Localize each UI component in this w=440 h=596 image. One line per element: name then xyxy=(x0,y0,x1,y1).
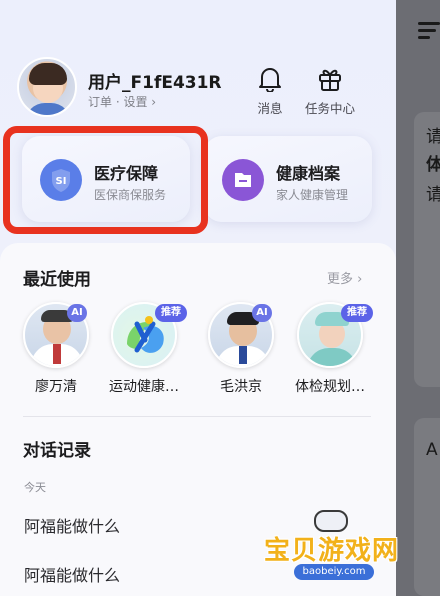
health-records-card[interactable]: 健康档案 家人健康管理 xyxy=(204,136,372,222)
recent-item-label: 体检规划… xyxy=(295,379,365,395)
history-section-title: 对话记录 xyxy=(23,441,91,461)
notifications-button[interactable]: 消息 xyxy=(240,66,300,117)
background-page: 请 体 请 A xyxy=(396,0,440,596)
folder-icon xyxy=(222,159,264,201)
ai-badge: AI xyxy=(252,304,272,322)
service-title: 健康档案 xyxy=(276,164,341,183)
service-subtitle: 家人健康管理 xyxy=(276,188,349,202)
watermark-text: 宝贝游戏网 xyxy=(264,536,400,566)
order-settings-link[interactable]: 订单 · 设置 › xyxy=(88,93,156,110)
recent-item-label: 运动健康… xyxy=(109,379,179,395)
recommend-badge: 推荐 xyxy=(155,304,187,322)
task-center-label: 任务中心 xyxy=(304,101,355,116)
app-screen: 请 体 请 A 用户_F1fE431R 订单 · 设置 › 消息 任务中心 SI… xyxy=(0,0,440,596)
ai-badge: AI xyxy=(67,304,87,322)
watermark: 宝贝游戏网 baobeiy.com xyxy=(264,510,414,590)
highlight-box xyxy=(3,126,208,234)
background-text: 体 xyxy=(426,155,440,175)
history-group-label: 今天 xyxy=(24,481,46,494)
background-text: A xyxy=(426,440,438,460)
gift-icon xyxy=(319,69,341,91)
username[interactable]: 用户_F1fE431R xyxy=(88,68,222,93)
recent-section-title: 最近使用 xyxy=(23,270,91,290)
history-item[interactable]: 阿福能做什么 xyxy=(24,562,120,586)
history-item[interactable]: 阿福能做什么 xyxy=(24,513,120,537)
background-text: 请 xyxy=(426,185,440,205)
gamepad-icon xyxy=(314,510,348,532)
notifications-label: 消息 xyxy=(257,101,283,116)
recent-item-label: 毛洪京 xyxy=(220,379,262,395)
menu-icon[interactable] xyxy=(418,22,440,40)
avatar[interactable] xyxy=(17,57,77,117)
bell-icon xyxy=(259,68,281,92)
watermark-url: baobeiy.com xyxy=(294,564,374,580)
divider xyxy=(23,416,371,417)
more-link[interactable]: 更多 › xyxy=(327,268,362,287)
recommend-badge: 推荐 xyxy=(341,304,373,322)
side-drawer: 用户_F1fE431R 订单 · 设置 › 消息 任务中心 SI 医疗保障 医保… xyxy=(0,0,398,596)
task-center-button[interactable]: 任务中心 xyxy=(300,66,360,117)
background-text: 请 xyxy=(426,127,440,147)
recent-item-label: 廖万清 xyxy=(35,379,77,395)
